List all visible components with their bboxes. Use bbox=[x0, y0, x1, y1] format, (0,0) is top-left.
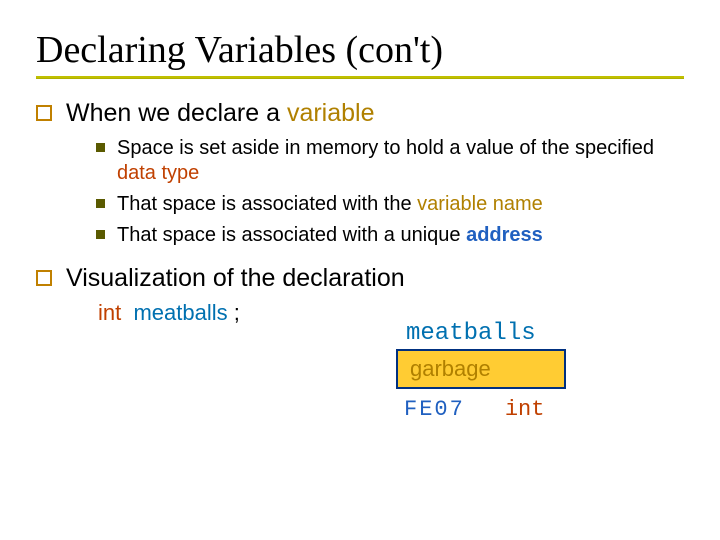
keyword-address: address bbox=[466, 224, 543, 246]
solid-square-icon bbox=[96, 230, 105, 239]
bullet-2-text: Visualization of the declaration bbox=[66, 262, 405, 295]
slide-title: Declaring Variables (con't) bbox=[36, 28, 684, 72]
viz-var-label: meatballs bbox=[406, 320, 666, 347]
sub-bullet-3: That space is associated with a unique a… bbox=[96, 223, 684, 248]
solid-square-icon bbox=[96, 199, 105, 208]
bullet-1-text: When we declare a variable bbox=[66, 97, 375, 130]
text-fragment: That space is associated with a unique bbox=[117, 224, 466, 246]
title-underline bbox=[36, 76, 684, 79]
sub-bullet-3-text: That space is associated with a unique a… bbox=[117, 223, 543, 248]
sub-bullet-1: Space is set aside in memory to hold a v… bbox=[96, 136, 684, 186]
text-fragment: That space is associated with the bbox=[117, 193, 417, 215]
keyword-datatype: data type bbox=[117, 162, 199, 184]
keyword-variable: variable bbox=[287, 99, 375, 127]
sub-bullets-1: Space is set aside in memory to hold a v… bbox=[96, 136, 684, 248]
decl-type: int bbox=[98, 300, 121, 325]
sub-bullet-2: That space is associated with the variab… bbox=[96, 192, 684, 217]
decl-identifier: meatballs bbox=[133, 300, 227, 325]
memory-visualization: meatballs garbage FE07 int bbox=[366, 320, 666, 422]
viz-bottom-row: FE07 int bbox=[404, 397, 666, 422]
bullet-1: When we declare a variable bbox=[36, 97, 684, 130]
hollow-square-icon bbox=[36, 105, 52, 121]
sub-bullet-2-text: That space is associated with the variab… bbox=[117, 192, 543, 217]
viz-box-value: garbage bbox=[410, 356, 491, 382]
hollow-square-icon bbox=[36, 270, 52, 286]
viz-memory-box: garbage bbox=[396, 349, 566, 389]
sub-bullet-1-text: Space is set aside in memory to hold a v… bbox=[117, 136, 684, 186]
bullet-2: Visualization of the declaration bbox=[36, 262, 684, 295]
viz-address: FE07 bbox=[404, 397, 465, 422]
keyword-variable-name: variable name bbox=[417, 193, 543, 215]
solid-square-icon bbox=[96, 143, 105, 152]
decl-semicolon: ; bbox=[234, 300, 240, 325]
text-fragment: When we declare a bbox=[66, 99, 287, 127]
viz-type: int bbox=[505, 397, 545, 422]
text-fragment: Space is set aside in memory to hold a v… bbox=[117, 137, 654, 159]
